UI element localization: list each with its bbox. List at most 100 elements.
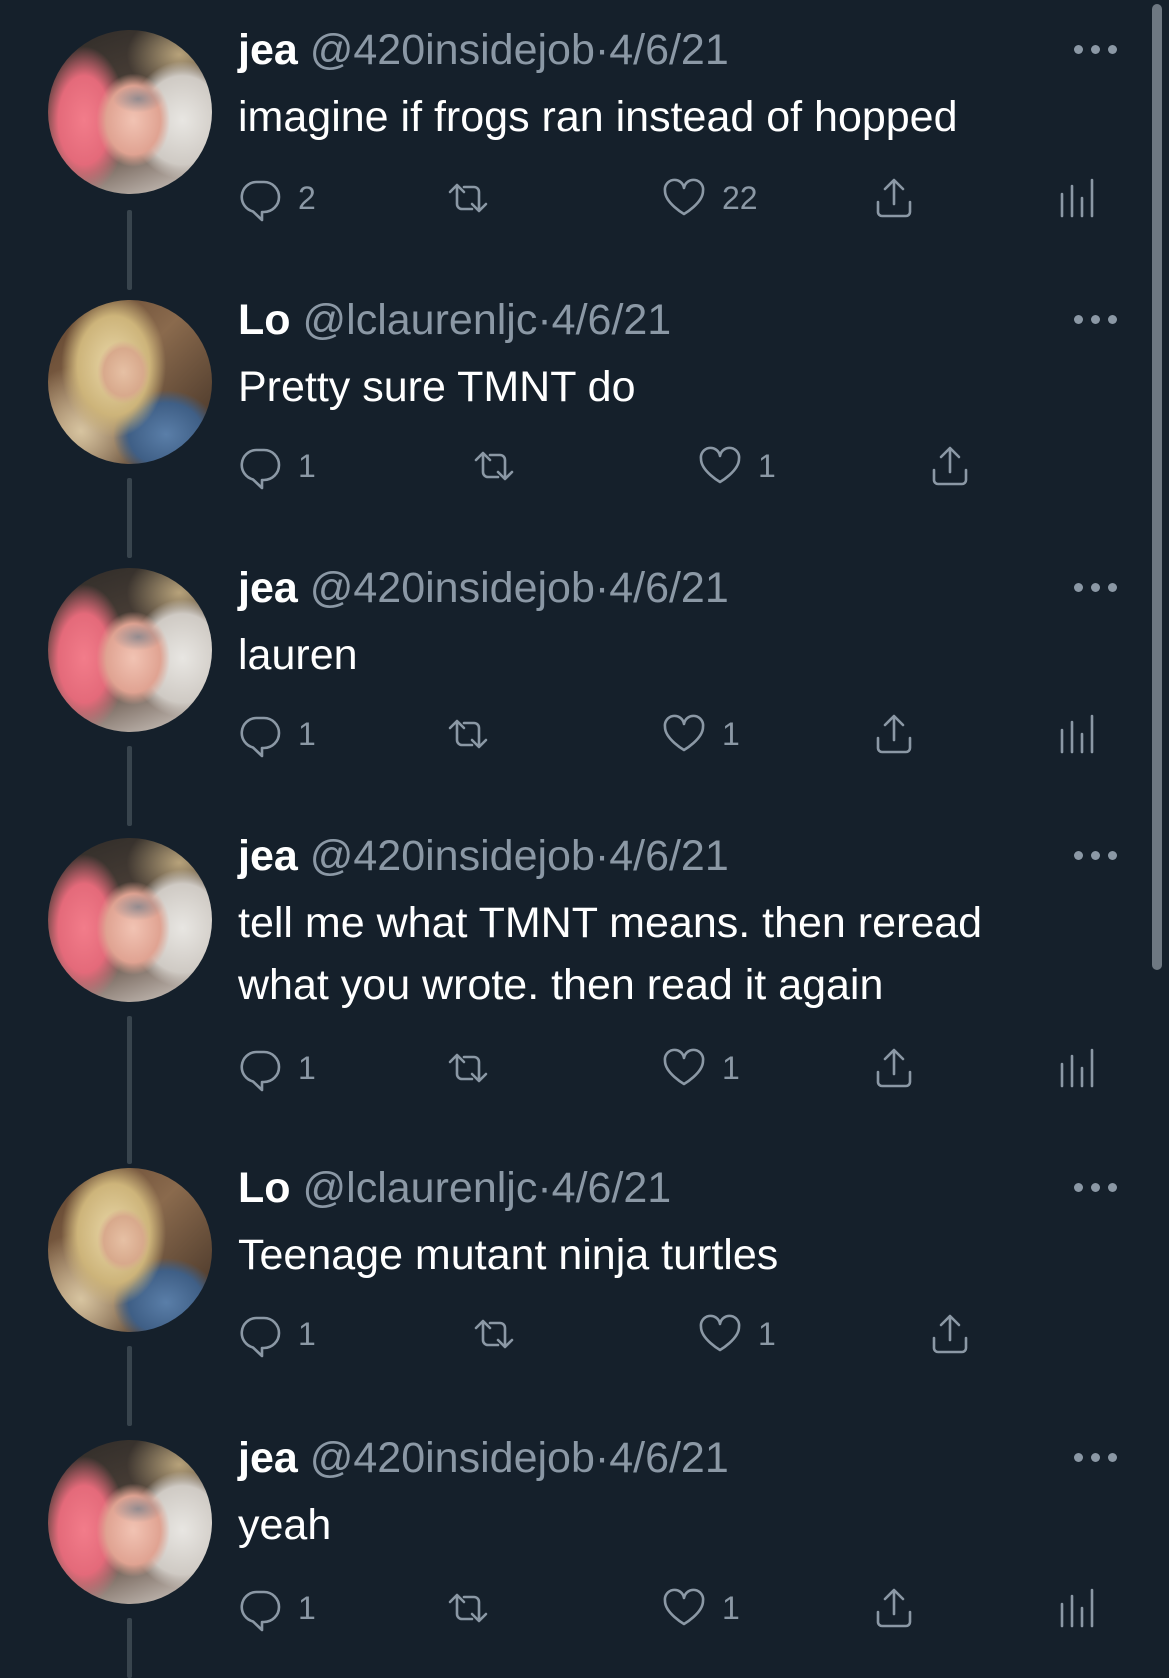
like-button[interactable]: 1 <box>696 436 776 496</box>
reply-count: 1 <box>298 1315 316 1352</box>
analytics-icon <box>1060 1048 1094 1088</box>
retweet-button[interactable] <box>444 1038 506 1098</box>
reply-button[interactable]: 1 <box>236 436 316 496</box>
tweet-date[interactable]: 4/6/21 <box>609 832 729 880</box>
tweet-actions: 2 22 <box>0 168 1150 228</box>
tweet-actions: 1 1 <box>0 1038 1150 1098</box>
user-handle[interactable]: @lclaurenljc <box>303 296 538 344</box>
retweet-button[interactable] <box>470 436 532 496</box>
reply-count: 1 <box>298 715 316 752</box>
analytics-icon <box>1060 714 1094 754</box>
like-button[interactable]: 22 <box>660 168 758 228</box>
user-handle[interactable]: @420insidejob <box>310 832 595 880</box>
heart-icon <box>663 1588 705 1626</box>
share-button[interactable] <box>926 1304 974 1364</box>
retweet-icon <box>448 719 488 749</box>
more-icon[interactable] <box>1072 42 1120 56</box>
reply-count: 1 <box>298 1589 316 1626</box>
more-icon[interactable] <box>1072 1450 1120 1464</box>
reply-button[interactable]: 2 <box>236 168 316 228</box>
tweet-header: jea @420insidejob·4/6/21 <box>238 828 729 884</box>
separator-dot: · <box>594 1434 610 1482</box>
tweet[interactable]: jea @420insidejob·4/6/21 imagine if frog… <box>0 0 1150 290</box>
avatar[interactable] <box>48 838 212 1002</box>
share-button[interactable] <box>870 1038 918 1098</box>
display-name[interactable]: jea <box>238 1434 298 1482</box>
heart-icon <box>663 1048 705 1086</box>
reply-icon <box>240 1590 281 1632</box>
heart-icon <box>663 714 705 752</box>
tweet-text: lauren <box>238 631 358 679</box>
tweet-actions: 1 1 <box>0 704 1150 764</box>
reply-count: 1 <box>298 447 316 484</box>
more-icon[interactable] <box>1072 1180 1120 1194</box>
like-count: 1 <box>758 447 776 484</box>
tweet-date[interactable]: 4/6/21 <box>609 1434 729 1482</box>
separator-dot: · <box>594 26 610 74</box>
user-handle[interactable]: @420insidejob <box>310 564 595 612</box>
tweet-text: imagine if frogs ran instead of hopped <box>238 93 958 141</box>
share-icon <box>876 1588 912 1628</box>
share-button[interactable] <box>870 168 918 228</box>
reply-button[interactable]: 1 <box>236 1304 316 1364</box>
tweet-text-line: tell me what TMNT means. then reread <box>238 899 983 947</box>
analytics-button[interactable] <box>1054 1578 1102 1638</box>
like-button[interactable]: 1 <box>660 1578 740 1638</box>
user-handle[interactable]: @lclaurenljc <box>303 1164 538 1212</box>
share-icon <box>876 178 912 218</box>
like-button[interactable]: 1 <box>660 704 740 764</box>
like-button[interactable]: 1 <box>660 1038 740 1098</box>
reply-icon <box>240 1050 281 1092</box>
retweet-icon <box>448 1053 488 1083</box>
more-icon[interactable] <box>1072 312 1120 326</box>
retweet-icon <box>448 183 488 213</box>
display-name[interactable]: jea <box>238 26 298 74</box>
display-name[interactable]: jea <box>238 564 298 612</box>
conversation-thread: jea @420insidejob·4/6/21 imagine if frog… <box>0 0 1169 1678</box>
display-name[interactable]: Lo <box>238 296 291 344</box>
tweet-date[interactable]: 4/6/21 <box>609 26 729 74</box>
reply-button[interactable]: 1 <box>236 1038 316 1098</box>
more-icon[interactable] <box>1072 848 1120 862</box>
user-handle[interactable]: @420insidejob <box>310 1434 595 1482</box>
reply-button[interactable]: 1 <box>236 1578 316 1638</box>
tweet[interactable]: jea @420insidejob·4/6/21 tell me what TM… <box>0 806 1150 1164</box>
analytics-button[interactable] <box>1054 168 1102 228</box>
tweet-text: tell me what TMNT means. then reread wha… <box>238 892 1118 1016</box>
user-handle[interactable]: @420insidejob <box>310 26 595 74</box>
analytics-button[interactable] <box>1054 704 1102 764</box>
tweet-actions: 1 1 <box>0 1304 1150 1364</box>
tweet[interactable]: Lo @lclaurenljc·4/6/21 Teenage mutant ni… <box>0 1138 1150 1426</box>
share-button[interactable] <box>870 704 918 764</box>
tweet-text-line: what you wrote. then read it again <box>238 961 884 1009</box>
reply-button[interactable]: 1 <box>236 704 316 764</box>
tweet-actions: 1 1 <box>0 436 1150 496</box>
tweet[interactable]: jea @420insidejob·4/6/21 lauren 1 1 <box>0 538 1150 826</box>
like-count: 1 <box>722 1049 740 1086</box>
reply-icon <box>240 180 281 222</box>
like-button[interactable]: 1 <box>696 1304 776 1364</box>
analytics-icon <box>1060 1588 1094 1628</box>
share-button[interactable] <box>926 436 974 496</box>
retweet-button[interactable] <box>444 704 506 764</box>
share-icon <box>876 1048 912 1088</box>
analytics-icon <box>1060 178 1094 218</box>
like-count: 22 <box>722 179 758 216</box>
tweet[interactable]: Lo @lclaurenljc·4/6/21 Pretty sure TMNT … <box>0 270 1150 558</box>
more-icon[interactable] <box>1072 580 1120 594</box>
share-button[interactable] <box>870 1578 918 1638</box>
scrollbar-thumb[interactable] <box>1152 4 1162 970</box>
display-name[interactable]: jea <box>238 832 298 880</box>
display-name[interactable]: Lo <box>238 1164 291 1212</box>
tweet[interactable]: jea @420insidejob·4/6/21 yeah 1 1 <box>0 1408 1150 1678</box>
retweet-icon <box>474 1319 514 1349</box>
tweet-date[interactable]: 4/6/21 <box>609 564 729 612</box>
retweet-button[interactable] <box>444 1578 506 1638</box>
separator-dot: · <box>537 296 552 344</box>
tweet-date[interactable]: 4/6/21 <box>552 1164 672 1212</box>
analytics-button[interactable] <box>1054 1038 1102 1098</box>
tweet-date[interactable]: 4/6/21 <box>552 296 672 344</box>
retweet-button[interactable] <box>470 1304 532 1364</box>
tweet-text: yeah <box>238 1501 332 1549</box>
retweet-button[interactable] <box>444 168 506 228</box>
